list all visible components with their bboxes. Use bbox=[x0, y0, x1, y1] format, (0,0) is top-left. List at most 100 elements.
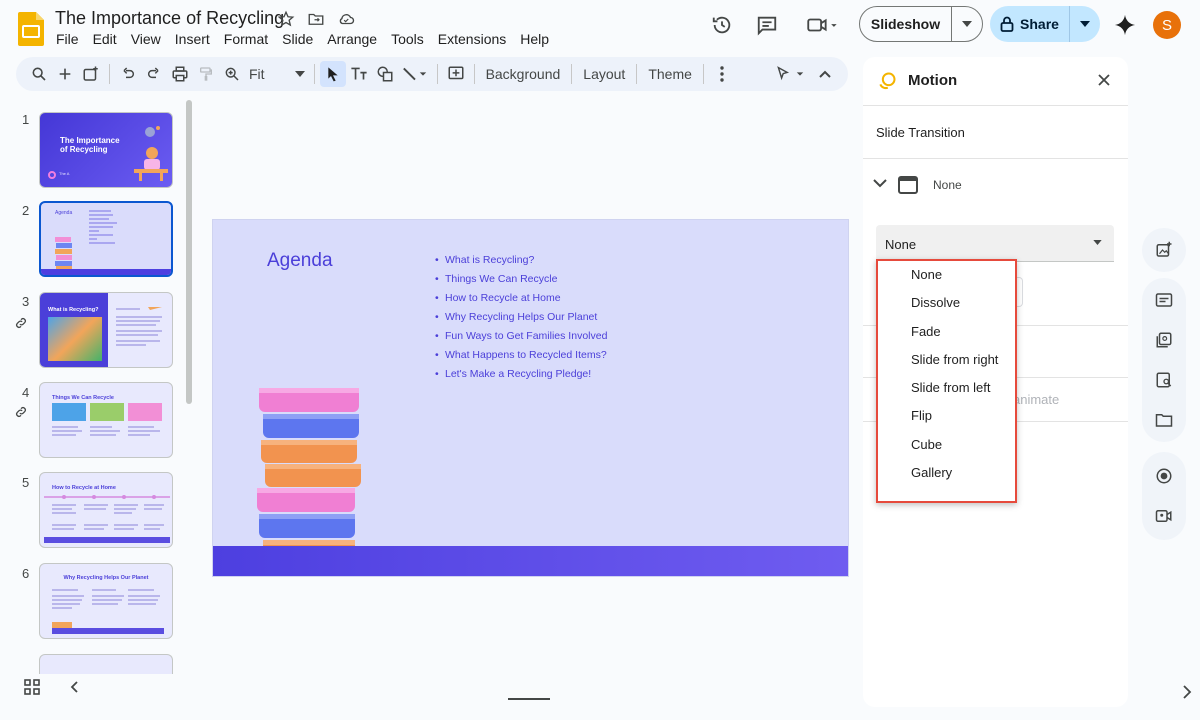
slide-canvas[interactable]: Agenda What is Recycling? Things We Can … bbox=[212, 219, 849, 577]
slide-thumbnail-2[interactable]: Agenda bbox=[39, 201, 173, 277]
slide-thumbnail-3[interactable]: What is Recycling? bbox=[39, 292, 173, 368]
toolbar-divider bbox=[109, 64, 110, 84]
thumb-title: The Importance of Recycling bbox=[60, 136, 120, 154]
cloud-saved-icon[interactable] bbox=[337, 10, 355, 28]
print-icon[interactable] bbox=[167, 61, 193, 87]
menu-help[interactable]: Help bbox=[520, 31, 549, 47]
link-icon bbox=[14, 316, 28, 330]
image-search-icon[interactable] bbox=[1142, 360, 1186, 400]
search-icon[interactable] bbox=[26, 61, 52, 87]
theme-button[interactable]: Theme bbox=[642, 66, 698, 82]
transition-option[interactable]: Gallery bbox=[878, 459, 1015, 487]
transition-option[interactable]: Slide from right bbox=[878, 346, 1015, 374]
chevron-right-icon[interactable] bbox=[1183, 685, 1192, 699]
slide-thumbnail-5[interactable]: How to Recycle at Home bbox=[39, 472, 173, 548]
slide-thumbnail-6[interactable]: Why Recycling Helps Our Planet bbox=[39, 563, 173, 639]
menu-view[interactable]: View bbox=[131, 31, 161, 47]
agenda-list[interactable]: What is Recycling? Things We Can Recycle… bbox=[435, 251, 625, 384]
share-button[interactable]: Share bbox=[990, 6, 1100, 42]
meet-video-icon[interactable] bbox=[800, 7, 844, 43]
undo-icon[interactable] bbox=[115, 61, 141, 87]
slideshow-button[interactable]: Slideshow bbox=[859, 6, 983, 42]
text-box-icon[interactable] bbox=[346, 61, 372, 87]
shape-icon[interactable] bbox=[372, 61, 398, 87]
menu-edit[interactable]: Edit bbox=[93, 31, 117, 47]
zoom-select[interactable]: Fit bbox=[245, 66, 309, 82]
version-history-icon[interactable] bbox=[704, 7, 740, 43]
editing-mode-icon[interactable] bbox=[772, 61, 812, 87]
thumb-decoration bbox=[48, 171, 56, 179]
menu-slide[interactable]: Slide bbox=[282, 31, 313, 47]
grid-view-icon[interactable] bbox=[24, 679, 40, 695]
more-options-icon[interactable] bbox=[709, 61, 735, 87]
slide-number: 4 bbox=[22, 385, 30, 400]
slides-logo-icon[interactable] bbox=[18, 12, 44, 46]
menu-insert[interactable]: Insert bbox=[175, 31, 210, 47]
slide-title[interactable]: Agenda bbox=[267, 250, 333, 272]
slide-thumbnail-4[interactable]: Things We Can Recycle bbox=[39, 382, 173, 458]
line-icon[interactable] bbox=[398, 61, 432, 87]
thumb-books bbox=[55, 237, 72, 271]
layout-panel-icon[interactable] bbox=[1142, 280, 1186, 320]
slideshow-dropdown-icon[interactable] bbox=[952, 21, 982, 27]
camera-icon[interactable] bbox=[1142, 496, 1186, 536]
zoom-icon[interactable] bbox=[219, 61, 245, 87]
insert-comment-icon[interactable] bbox=[443, 61, 469, 87]
transition-option[interactable]: Dissolve bbox=[878, 289, 1015, 317]
lock-icon bbox=[1000, 16, 1014, 32]
menu-tools[interactable]: Tools bbox=[391, 31, 424, 47]
transition-select-value: None bbox=[885, 237, 917, 252]
slide-thumbnail-1[interactable]: The Importance of Recycling The A bbox=[39, 112, 173, 188]
transition-option[interactable]: None bbox=[878, 261, 1015, 289]
add-image-side-icon[interactable] bbox=[1142, 228, 1186, 272]
layout-button[interactable]: Layout bbox=[577, 66, 631, 82]
redo-icon[interactable] bbox=[141, 61, 167, 87]
thumb-title: How to Recycle at Home bbox=[52, 485, 116, 491]
filmstrip-scrollbar[interactable] bbox=[186, 100, 192, 404]
gemini-sparkle-icon[interactable] bbox=[1107, 7, 1143, 43]
share-label: Share bbox=[1020, 16, 1059, 32]
speaker-notes-handle[interactable] bbox=[508, 698, 550, 700]
dropdown-arrow-icon bbox=[1093, 240, 1102, 245]
collapse-filmstrip-icon[interactable] bbox=[70, 681, 78, 693]
background-button[interactable]: Background bbox=[480, 66, 567, 82]
menu-format[interactable]: Format bbox=[224, 31, 268, 47]
transition-option[interactable]: Slide from left bbox=[878, 374, 1015, 402]
transition-option[interactable]: Cube bbox=[878, 431, 1015, 459]
menu-file[interactable]: File bbox=[56, 31, 79, 47]
divider bbox=[863, 105, 1128, 106]
panel-title: Motion bbox=[908, 72, 958, 89]
menu-arrange[interactable]: Arrange bbox=[327, 31, 377, 47]
insert-image-icon[interactable] bbox=[78, 61, 104, 87]
transition-select[interactable]: None bbox=[876, 225, 1114, 262]
divider bbox=[863, 158, 1128, 159]
motion-icon bbox=[877, 71, 897, 91]
photos-icon[interactable] bbox=[1142, 320, 1186, 360]
animate-button[interactable]: animate bbox=[1013, 392, 1059, 407]
move-folder-icon[interactable] bbox=[307, 10, 325, 28]
new-slide-icon[interactable] bbox=[52, 61, 78, 87]
thumb-title: Things We Can Recycle bbox=[52, 395, 114, 401]
transition-option[interactable]: Flip bbox=[878, 402, 1015, 430]
transition-option[interactable]: Fade bbox=[878, 318, 1015, 346]
star-icon[interactable] bbox=[277, 10, 295, 28]
chevron-down-icon[interactable] bbox=[873, 178, 887, 188]
paint-format-icon[interactable] bbox=[193, 61, 219, 87]
folder-icon[interactable] bbox=[1142, 400, 1186, 440]
document-title[interactable]: The Importance of Recycling bbox=[55, 8, 284, 29]
slide-thumbnail-7[interactable] bbox=[39, 654, 173, 674]
record-icon[interactable] bbox=[1142, 456, 1186, 496]
thumb-photo bbox=[90, 403, 124, 421]
select-cursor-icon[interactable] bbox=[319, 61, 346, 87]
comments-icon[interactable] bbox=[749, 7, 785, 43]
avatar[interactable]: S bbox=[1153, 11, 1181, 39]
books-stack-illustration[interactable] bbox=[251, 384, 371, 569]
slideshow-label[interactable]: Slideshow bbox=[860, 7, 952, 41]
toolbar-divider bbox=[702, 64, 704, 84]
menu-extensions[interactable]: Extensions bbox=[438, 31, 506, 47]
collapse-toolbar-icon[interactable] bbox=[812, 61, 838, 87]
slide-number: 3 bbox=[22, 294, 30, 309]
share-dropdown-icon[interactable] bbox=[1070, 21, 1100, 27]
close-icon[interactable] bbox=[1098, 74, 1110, 86]
current-transition: None bbox=[933, 178, 962, 192]
